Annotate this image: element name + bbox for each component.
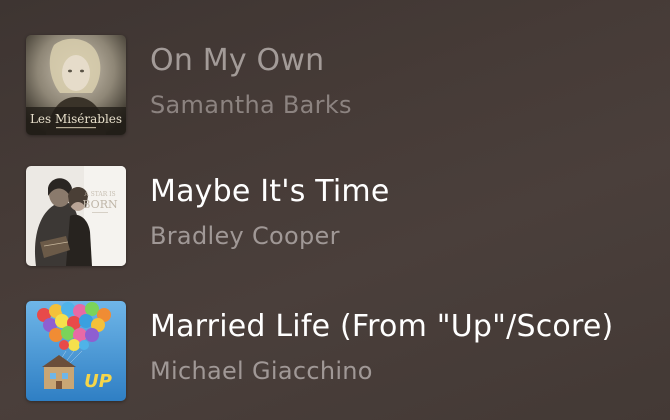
artwork-title-text: UP (84, 371, 112, 392)
les-miserables-artwork-icon: Les Misérables (26, 35, 126, 135)
track-title: On My Own (150, 43, 325, 78)
track-artist: Samantha Barks (150, 91, 352, 119)
track-list: Les Misérables On My Own Samantha Barks … (0, 0, 670, 420)
album-artwork: UP (26, 301, 126, 401)
up-artwork-icon: UP (26, 301, 126, 401)
track-row[interactable]: UP Married Life (From "Up"/Score) Michae… (26, 301, 656, 405)
a-star-is-born-artwork-icon: A STAR IS BORN (26, 166, 126, 266)
artwork-title-text: Les Misérables (30, 112, 122, 126)
track-artist: Bradley Cooper (150, 222, 340, 250)
track-row[interactable]: Les Misérables On My Own Samantha Barks (26, 35, 656, 139)
track-title: Maybe It's Time (150, 174, 390, 209)
album-artwork: Les Misérables (26, 35, 126, 135)
track-row[interactable]: A STAR IS BORN Maybe It's Time Bradley C… (26, 166, 656, 270)
track-artist: Michael Giacchino (150, 357, 373, 385)
svg-text:BORN: BORN (82, 198, 118, 211)
track-title: Married Life (From "Up"/Score) (150, 309, 614, 344)
album-artwork: A STAR IS BORN (26, 166, 126, 266)
svg-text:A STAR IS: A STAR IS (83, 191, 115, 198)
